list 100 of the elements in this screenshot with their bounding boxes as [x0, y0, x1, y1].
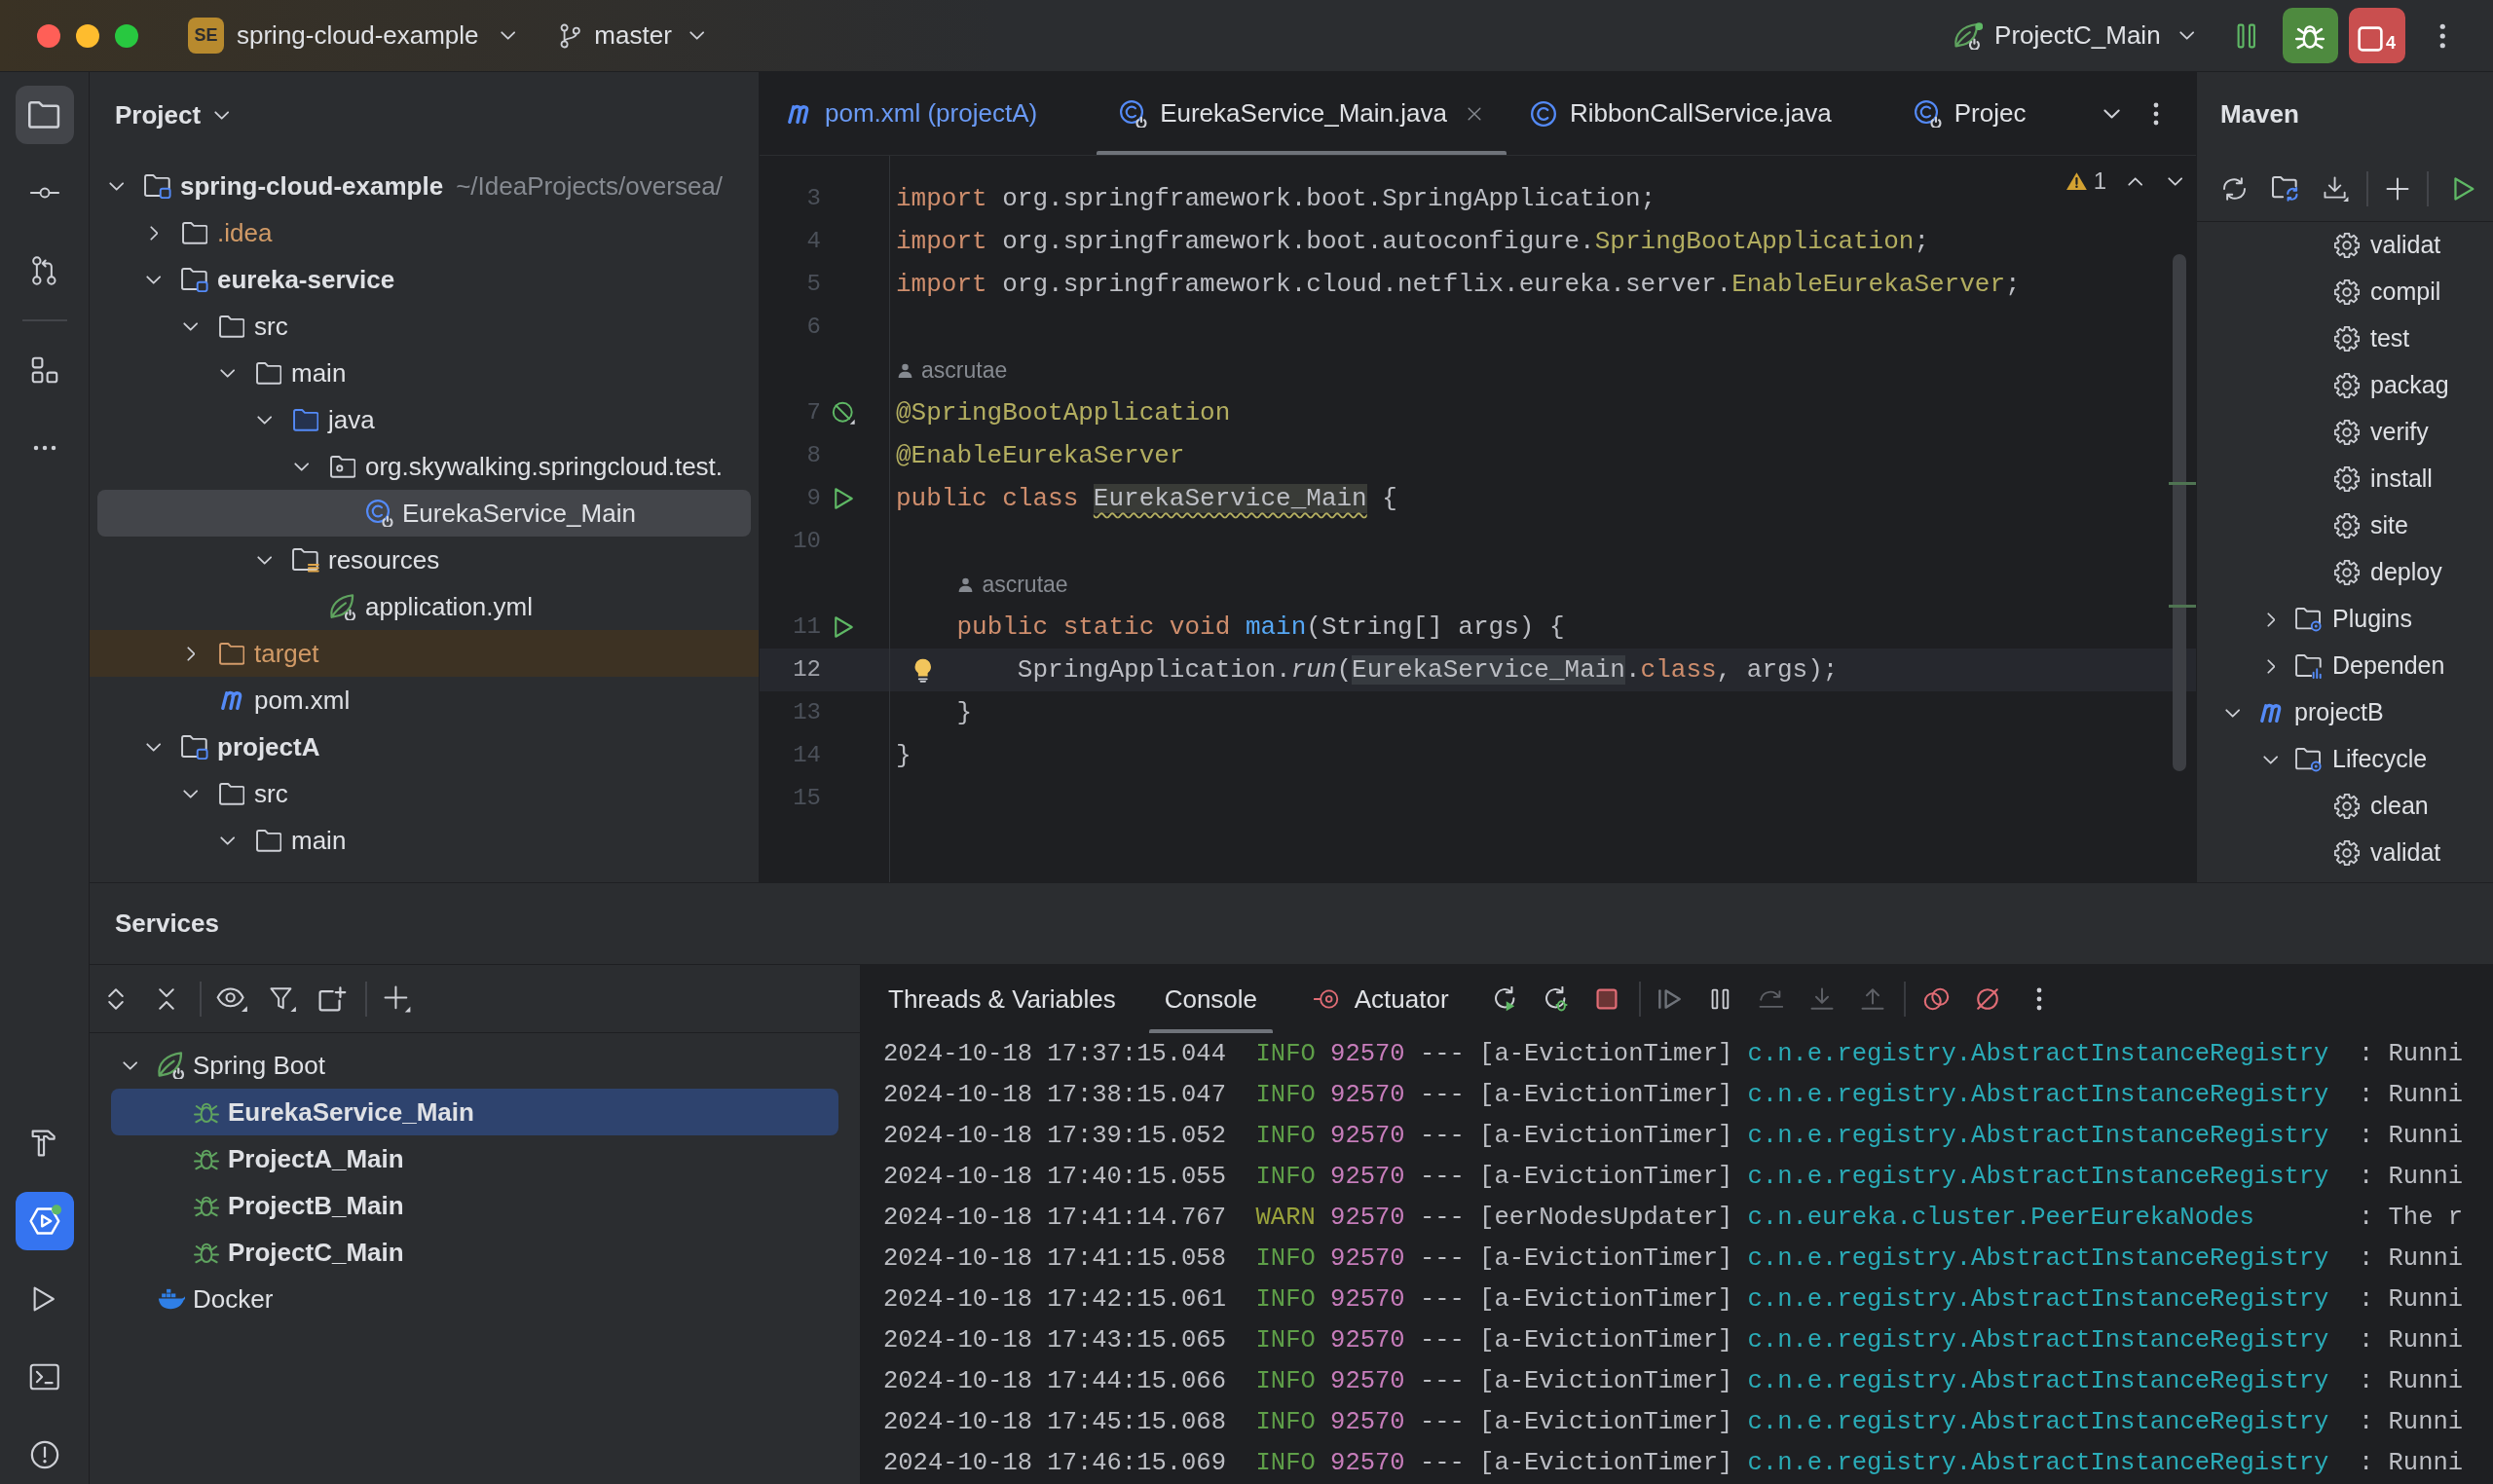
chevron-down-icon[interactable]: [2225, 708, 2241, 718]
tree-item[interactable]: ProjectB_Main: [111, 1182, 838, 1229]
tree-item[interactable]: Lifecycle: [2205, 736, 2493, 783]
chevron-down-icon[interactable]: [257, 555, 273, 565]
breakpoints-icon[interactable]: [1923, 987, 1951, 1011]
tree-item[interactable]: src: [97, 770, 751, 817]
tree-item[interactable]: clean: [2205, 783, 2493, 830]
chevron-up-icon[interactable]: [2128, 176, 2143, 186]
slashed-circle-icon[interactable]: [1975, 987, 1999, 1011]
chevron-down-icon[interactable]: [146, 742, 162, 752]
author-name[interactable]: ascrutae: [921, 352, 1008, 388]
tree-item[interactable]: Spring Boot: [111, 1042, 838, 1089]
step-out-icon[interactable]: [1860, 987, 1884, 1011]
editor-tab[interactable]: RibbonCallService.java: [1506, 72, 1891, 155]
chevron-right-icon[interactable]: [2266, 658, 2276, 674]
run-icon[interactable]: [833, 487, 854, 510]
tool-window-button[interactable]: [15, 1192, 74, 1250]
workspace-switcher[interactable]: SE spring-cloud-example: [188, 17, 515, 55]
chevron-down-icon[interactable]: [123, 1060, 138, 1070]
run-icon[interactable]: [833, 615, 854, 639]
chevron-down-icon[interactable]: [294, 462, 310, 471]
tree-item[interactable]: compil: [2205, 269, 2493, 315]
tree-item[interactable]: resources: [97, 537, 751, 583]
refresh-icon[interactable]: [2220, 176, 2248, 201]
chevron-down-icon[interactable]: [2167, 176, 2182, 186]
tree-item[interactable]: .idea: [97, 209, 751, 256]
tree-item[interactable]: main: [97, 817, 751, 864]
expand-all-icon[interactable]: [107, 986, 125, 1011]
collapse-all-icon[interactable]: [158, 986, 175, 1011]
resume-icon[interactable]: [1657, 988, 1683, 1010]
chevron-right-icon[interactable]: [186, 646, 196, 661]
tree-item[interactable]: main: [97, 350, 751, 396]
new-tab-icon[interactable]: [317, 985, 347, 1012]
plus-icon[interactable]: [2386, 176, 2409, 201]
more-icon[interactable]: [2438, 22, 2445, 49]
tree-item[interactable]: EurekaService_Main: [111, 1089, 838, 1135]
branch-selector[interactable]: master: [559, 17, 705, 55]
plus-icon[interactable]: [384, 984, 411, 1013]
chevron-down-icon[interactable]: [183, 789, 199, 798]
author-name[interactable]: ascrutae: [982, 567, 1068, 602]
chevron-down-icon[interactable]: [220, 368, 236, 378]
minimize-button[interactable]: [76, 23, 99, 48]
chevron-down-icon[interactable]: [146, 275, 162, 284]
more-icon[interactable]: [2035, 987, 2042, 1011]
tree-item[interactable]: eureka-service: [97, 256, 751, 303]
tree-item[interactable]: Plugins: [2205, 596, 2493, 643]
chevron-down-icon[interactable]: [109, 181, 125, 191]
console-tab[interactable]: Console: [1148, 965, 1274, 1033]
editor-tab[interactable]: Projec: [1890, 72, 2086, 155]
view-selector[interactable]: Project: [115, 95, 230, 134]
chevron-down-icon[interactable]: [2263, 755, 2279, 764]
more-icon[interactable]: [2153, 101, 2159, 126]
lightbulb-icon[interactable]: [913, 657, 933, 683]
chevron-down-icon[interactable]: [183, 321, 199, 331]
tree-item[interactable]: test: [2205, 315, 2493, 362]
chevron-down-icon[interactable]: [220, 835, 236, 845]
tree-item[interactable]: Docker: [111, 1276, 838, 1322]
tree-item[interactable]: ProjectA_Main: [111, 1135, 838, 1182]
console-tab[interactable]: Threads & Variables: [873, 965, 1132, 1033]
tree-item[interactable]: projectA: [97, 723, 751, 770]
tree-item[interactable]: ProjectC_Main: [111, 1229, 838, 1276]
tree-item[interactable]: site: [2205, 502, 2493, 549]
step-over-icon[interactable]: [1758, 989, 1784, 1009]
pause-icon[interactable]: [1711, 988, 1730, 1010]
zoom-button[interactable]: [115, 23, 138, 48]
tree-item[interactable]: projectB: [2205, 689, 2493, 736]
tree-item[interactable]: EurekaService_Main: [97, 490, 751, 537]
slashed-circle-icon[interactable]: [832, 401, 855, 425]
close-icon[interactable]: [1467, 106, 1481, 121]
tree-item[interactable]: src: [97, 303, 751, 350]
download-icon[interactable]: [2324, 175, 2349, 202]
tree-item[interactable]: verify: [2205, 409, 2493, 456]
debug-button[interactable]: [2282, 8, 2338, 63]
run-icon[interactable]: [2452, 175, 2475, 202]
stop-icon[interactable]: [1595, 988, 1618, 1010]
editor-tab[interactable]: pom.xml (projectA): [760, 72, 1098, 155]
tree-item[interactable]: Dependen: [2205, 643, 2493, 689]
tree-item[interactable]: java: [97, 396, 751, 443]
console-tab[interactable]: Actuator: [1298, 965, 1465, 1033]
tool-window-button[interactable]: [15, 86, 74, 144]
pause-icon[interactable]: [2237, 22, 2256, 49]
tree-item[interactable]: pom.xml: [97, 677, 751, 723]
run-configuration-selector[interactable]: ProjectC_Main: [1953, 17, 2194, 55]
folder-refresh-icon[interactable]: [2272, 175, 2299, 202]
restart-bug-icon[interactable]: [1543, 986, 1569, 1012]
chevron-down-icon[interactable]: [257, 415, 273, 425]
editor-tab[interactable]: EurekaService_Main.java: [1097, 72, 1507, 155]
stop-button[interactable]: 4: [2348, 8, 2405, 63]
scrollbar[interactable]: [2169, 254, 2196, 771]
tree-item[interactable]: application.yml: [97, 583, 751, 630]
chevron-down-icon[interactable]: [2102, 108, 2120, 119]
filter-icon[interactable]: [270, 985, 297, 1012]
tree-item[interactable]: packag: [2205, 362, 2493, 409]
tree-item[interactable]: validat: [2205, 222, 2493, 269]
tree-item[interactable]: spring-cloud-example ~/IdeaProjects/oversea/: [97, 163, 751, 209]
eye-icon[interactable]: [215, 985, 248, 1012]
tree-item[interactable]: validat: [2205, 830, 2493, 876]
tree-item[interactable]: target: [90, 630, 759, 677]
chevron-right-icon[interactable]: [2266, 612, 2276, 627]
tree-item[interactable]: deploy: [2205, 549, 2493, 596]
